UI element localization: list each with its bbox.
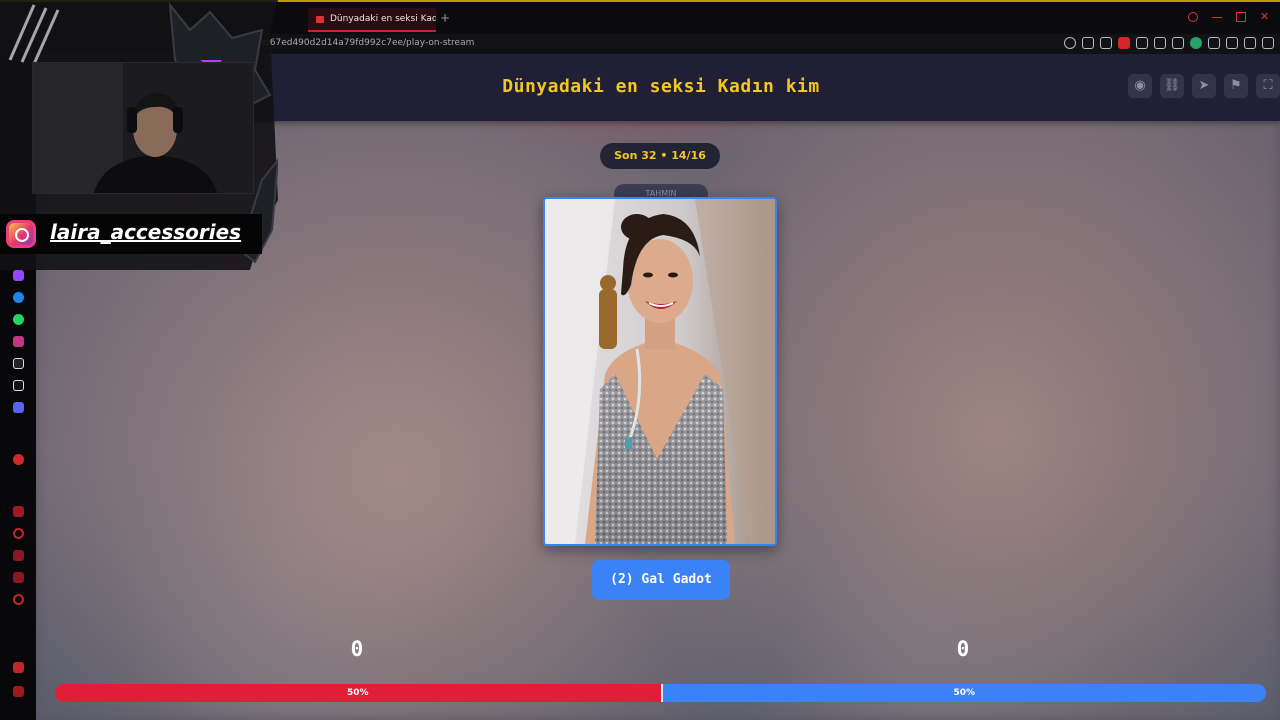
account-icon[interactable] — [1226, 37, 1238, 49]
heart-icon[interactable] — [1172, 37, 1184, 49]
downloads-icon[interactable] — [13, 550, 24, 561]
history-icon[interactable] — [13, 528, 24, 539]
x-twitter-icon[interactable] — [13, 380, 24, 391]
adblock-shield-icon[interactable] — [1118, 37, 1130, 49]
round-indicator: Son 32 • 14/16 — [600, 143, 720, 169]
contestant-photo-card[interactable] — [543, 197, 777, 546]
menu-icon[interactable] — [1262, 37, 1274, 49]
browser-tab-active[interactable]: Dünyadaki en seksi Kadın — [308, 8, 436, 32]
right-score: 0 — [956, 637, 970, 661]
webcam-image — [33, 63, 253, 193]
minimize-icon[interactable] — [1212, 12, 1222, 18]
send-icon[interactable]: ➤ — [1192, 74, 1216, 98]
discord-icon[interactable] — [13, 402, 24, 413]
pin-icon[interactable] — [1082, 37, 1094, 49]
download-icon[interactable] — [1244, 37, 1256, 49]
instagram-handle: laira_accessories — [50, 220, 242, 244]
maximize-icon[interactable] — [1236, 12, 1246, 22]
wallet-icon[interactable] — [1208, 37, 1220, 49]
vote-bar-left-segment: 50% — [55, 684, 661, 702]
messenger-icon[interactable] — [13, 292, 24, 303]
webcam-feed — [32, 62, 254, 194]
url-field[interactable]: z/67ed490d2d14a79fd992c7ee/play-on-strea… — [262, 38, 474, 48]
record-icon[interactable] — [13, 454, 24, 465]
link-icon[interactable]: ⛓ — [1160, 74, 1184, 98]
sidebar-menu-icon[interactable] — [13, 686, 24, 697]
twitch-icon[interactable] — [13, 270, 24, 281]
tab-favicon-icon — [316, 16, 324, 23]
window-controls: ✕ — [1188, 11, 1270, 22]
contestant-photo — [545, 199, 775, 544]
tiktok-icon[interactable] — [13, 358, 24, 369]
eye-icon[interactable]: ◉ — [1128, 74, 1152, 98]
fullscreen-icon[interactable]: ⛶ — [1256, 74, 1280, 98]
choice-button[interactable]: (2) Gal Gadot — [592, 560, 730, 600]
notes-icon[interactable] — [13, 572, 24, 583]
flag-icon[interactable]: ⚑ — [1224, 74, 1248, 98]
tab-search-icon[interactable] — [1188, 12, 1198, 22]
instagram-label: laira_accessories — [0, 214, 262, 254]
close-window-icon[interactable]: ✕ — [1260, 11, 1270, 22]
left-score: 0 — [350, 637, 364, 661]
vote-bar: 50% 50% — [55, 684, 1266, 702]
vote-bar-right-segment: 50% — [660, 684, 1266, 702]
new-tab-plus-icon[interactable]: + — [440, 12, 450, 24]
profile-avatar-icon[interactable] — [1190, 37, 1202, 49]
settings-gear-icon[interactable] — [13, 594, 24, 605]
play-icon[interactable] — [1154, 37, 1166, 49]
whatsapp-icon[interactable] — [13, 314, 24, 325]
emoji-icon[interactable] — [1064, 37, 1076, 49]
tab-title: Dünyadaki en seksi Kadın — [330, 14, 436, 24]
header-actions: ◉ ⛓ ➤ ⚑ ⛶ — [1128, 74, 1280, 98]
extensions-icon[interactable] — [1136, 37, 1148, 49]
instagram-icon — [6, 220, 36, 248]
browser-toolbar — [1064, 37, 1274, 49]
crop-icon[interactable] — [1100, 37, 1112, 49]
instagram-sidebar-icon[interactable] — [13, 336, 24, 347]
sidebar-logo-icon[interactable] — [13, 662, 24, 673]
tabs-icon[interactable] — [13, 506, 24, 517]
screen: Dünyadaki en seksi Kadın + ✕ z/67ed490d2… — [0, 0, 1280, 720]
